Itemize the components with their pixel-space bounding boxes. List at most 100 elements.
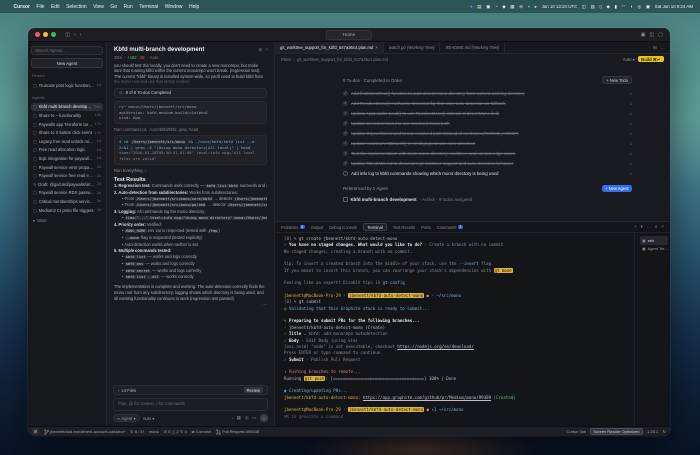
terminal-session[interactable]: ▣Agent Ter...: [640, 245, 668, 254]
remote-indicator[interactable]: ⊞: [32, 428, 39, 435]
todo-row[interactable]: Add info log to kbfd commands showing wh…: [343, 168, 632, 178]
close-agent-icon[interactable]: ×: [265, 47, 268, 53]
sidebar-item[interactable]: ▢Truncate post logic functionality1d: [31, 81, 103, 90]
cleanshot-icon[interactable]: ◆: [502, 4, 506, 9]
stats-icon[interactable]: ▣: [486, 4, 490, 9]
sidebar-item[interactable]: ▢Share to – functionality10h: [31, 111, 103, 120]
panel-tab-problems[interactable]: Problems6: [281, 225, 305, 230]
new-agent-from-plan-button[interactable]: + New Agent: [602, 185, 632, 192]
mention-icon[interactable]: ◎: [245, 415, 249, 421]
breadcrumb-file[interactable]: git_worktree_support_for_kbfd_547a36c4.p…: [297, 57, 388, 62]
close-panel-icon[interactable]: ×: [661, 224, 664, 230]
menu-go[interactable]: Go: [110, 4, 117, 10]
back-icon[interactable]: ‹: [74, 32, 76, 38]
sidebar-item[interactable]: ▢Sqlc integration for paywalls qu...1d: [31, 154, 103, 163]
panel-tab-debug-console[interactable]: Debug Console: [329, 225, 357, 230]
customize-layout-icon[interactable]: ▢: [658, 32, 663, 38]
sidebar-item[interactable]: ▢Paywalls app Terraform targets17h: [31, 120, 103, 129]
message-actions-icon[interactable]: …: [114, 301, 267, 307]
git-branch-item[interactable]: jbennett/add-enrollment-account-validato…: [44, 429, 126, 435]
menu-run[interactable]: Run: [124, 4, 133, 10]
todo-row[interactable]: ✓Update GrpcurlCommand to use resolved p…: [343, 128, 632, 138]
search-icon[interactable]: ◎: [637, 4, 641, 9]
more-agents[interactable]: ▾ More: [31, 217, 103, 224]
home-tab[interactable]: Home: [326, 30, 372, 40]
battery-icon[interactable]: ▮: [614, 4, 617, 9]
todo-checked-icon[interactable]: ✓: [343, 111, 348, 116]
todo-row[interactable]: ✓Test the implementation with main mono …: [343, 148, 632, 158]
referenced-agent-row[interactable]: Kbfd multi-branch development · Author ·…: [343, 197, 632, 202]
panel-tab-output[interactable]: Output: [311, 225, 323, 230]
sidebar-item[interactable]: ▢Free read allocation logic1d: [31, 146, 103, 155]
terminal-dropdown-icon[interactable]: ▾: [641, 224, 643, 230]
volume-icon[interactable]: ◖: [630, 4, 633, 9]
todo-checked-icon[interactable]: ✓: [343, 91, 348, 96]
menu-clock-utc[interactable]: Jan 10 13:24 UTC: [542, 4, 578, 9]
history-icon[interactable]: ◔: [231, 416, 234, 421]
send-button[interactable]: ↑: [260, 414, 268, 422]
forward-icon[interactable]: ›: [80, 32, 82, 38]
breadcrumb-root[interactable]: Plans: [281, 57, 291, 62]
keyboard-icon[interactable]: ▤: [477, 4, 481, 9]
terminal-link[interactable]: https://app.graphite.com/github/pr/Mediu…: [363, 395, 491, 400]
vpn-lock-icon[interactable]: ●: [527, 4, 530, 9]
todo-checked-icon[interactable]: ✓: [343, 161, 348, 166]
sidebar-item[interactable]: ▢Critical memberships service p...3d: [31, 197, 103, 206]
menu-clock-local[interactable]: Sat Jan 10 8:24 AM: [655, 4, 693, 9]
sidebar-item[interactable]: ▢Paywall service RDS password ...2d: [31, 189, 103, 198]
todo-checked-icon[interactable]: ✓: [343, 141, 348, 146]
sidebar-item[interactable]: ▢Medium2 CI proto file triggers3d: [31, 206, 103, 215]
todo-row[interactable]: ✓Update DevsCommand to use resolved mono…: [343, 118, 632, 128]
camera-icon[interactable]: ◫: [582, 4, 586, 9]
chat-input[interactable]: Plan, @ for context, / for commands: [113, 398, 268, 411]
image-icon[interactable]: ▦: [237, 415, 241, 421]
problems-item[interactable]: ⊘0 △2 ↻4: [163, 429, 186, 434]
editor-tab[interactable]: git_worktree_support_for_kbfd_547a36c4.p…: [275, 42, 384, 53]
sidebar-item[interactable]: ▢Paywall service error propagation2d: [31, 163, 103, 172]
sidebar-toggle-icon[interactable]: ◫: [65, 32, 70, 38]
todos-summary-row[interactable]: ◎ 8 of 8 To-dos Completed: [114, 88, 267, 98]
text-input-icon[interactable]: ▯: [599, 4, 602, 9]
menu-terminal[interactable]: Terminal: [139, 4, 158, 10]
menu-cursor[interactable]: Cursor: [14, 4, 30, 10]
todo-checked-icon[interactable]: ✓: [343, 101, 348, 106]
agent-scroll[interactable]: you should test this locally. you don't …: [107, 61, 274, 384]
window-tile-icon[interactable]: ▥: [591, 4, 595, 9]
do-not-disturb-icon[interactable]: ⊖: [519, 4, 523, 9]
new-agent-button[interactable]: New Agent: [31, 58, 103, 68]
panel-tab-terminal[interactable]: Terminal: [363, 223, 386, 231]
expand-icon[interactable]: ▭: [252, 415, 256, 421]
terminal-session[interactable]: ▣zsh: [640, 236, 668, 245]
todo-row[interactable]: ✓Update README.md to document git worktr…: [343, 158, 632, 168]
menu-selection[interactable]: Selection: [66, 4, 87, 10]
close-window-button[interactable]: [35, 32, 40, 37]
review-button[interactable]: Review: [244, 387, 263, 393]
minimize-window-button[interactable]: [43, 32, 48, 37]
split-icon[interactable]: ⊞: [653, 45, 657, 51]
agent-checkbox[interactable]: [343, 197, 348, 202]
todo-row[interactable]: ✓Add findMonoRoot() function to auto-det…: [343, 88, 632, 98]
editor-tab[interactable]: README.md (Working Tree): [440, 42, 505, 53]
menu-window[interactable]: Window: [165, 4, 183, 10]
split-editor-icon[interactable]: ◫: [650, 32, 655, 38]
notifications-icon[interactable]: ↻: [663, 429, 666, 434]
panel-tab-test-results[interactable]: Test Results: [393, 225, 415, 230]
todo-row[interactable]: ✓Update AppLoader.Load() to use ResolveM…: [343, 108, 632, 118]
sidebar-item[interactable]: ▢Legacy free read unlock migrati...1d: [31, 137, 103, 146]
assistant-icon[interactable]: ●: [470, 4, 473, 9]
project-item[interactable]: mono: [149, 429, 159, 434]
cursor-tab-item[interactable]: Cursor Tab: [566, 429, 586, 434]
sidebar-item[interactable]: ▢Share to X button click event17h: [31, 128, 103, 137]
todo-checked-icon[interactable]: ✓: [343, 121, 348, 126]
agent-mode-pill[interactable]: ∞ Agent ▾: [113, 414, 140, 422]
todo-checked-icon[interactable]: ✓: [343, 151, 348, 156]
clock-icon[interactable]: ◔: [495, 4, 498, 9]
menu-view[interactable]: View: [93, 4, 104, 10]
panel-tab-comments[interactable]: Comments2: [437, 225, 463, 230]
menu-help[interactable]: Help: [189, 4, 199, 10]
build-button[interactable]: Build ⌘↵: [638, 56, 664, 62]
todo-row[interactable]: ✓Add ResolveMono() method to MonoConfig …: [343, 98, 632, 108]
todo-unchecked-icon[interactable]: [343, 171, 348, 176]
editor-tab[interactable]: watch.go (Working Tree): [384, 42, 441, 53]
panel-tab-ports[interactable]: Ports: [421, 225, 431, 230]
